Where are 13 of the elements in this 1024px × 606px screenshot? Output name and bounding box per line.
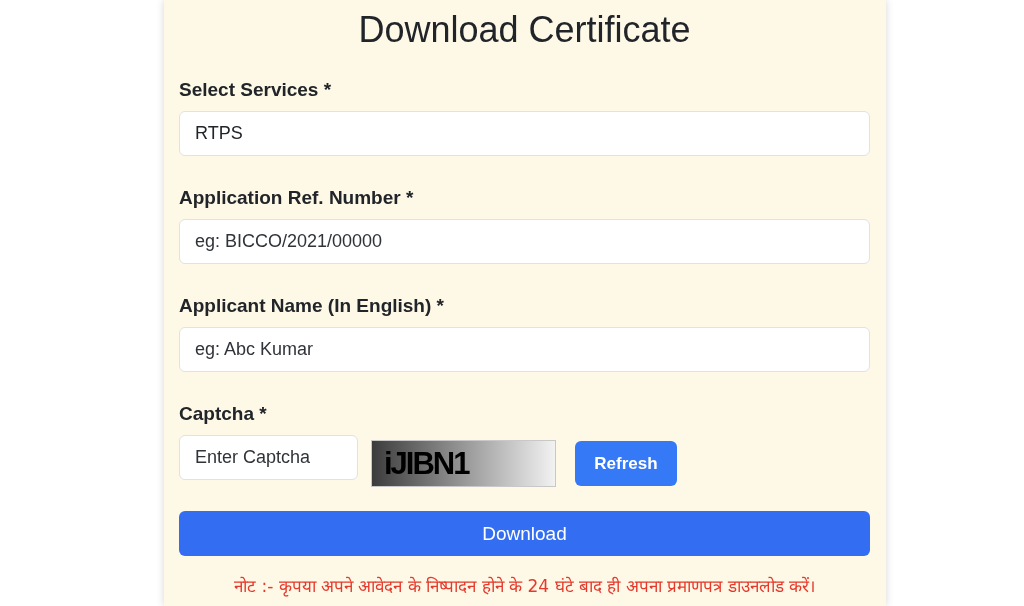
text-field[interactable]: eg: Abc Kumar [179, 327, 870, 372]
field-label: Captcha * [179, 402, 267, 425]
page-title: Download Certificate [357, 8, 692, 51]
field-label: Applicant Name (In English) * [179, 294, 444, 317]
refresh-button[interactable]: Refresh [575, 441, 677, 486]
field-label: Application Ref. Number * [179, 186, 414, 209]
captcha-image: iJIBN1 [371, 440, 556, 487]
text-field[interactable]: eg: BICCO/2021/00000 [179, 219, 870, 264]
note-text: नोट :- कृपया अपने आवेदन के निष्पादन होने के 24 घंटे बाद ही अपना प्रमाणपत्र डाउनलोड करें। [233, 575, 816, 597]
captcha-field[interactable]: Enter Captcha [179, 435, 358, 480]
text-field[interactable]: RTPS [179, 111, 870, 156]
field-label: Select Services * [179, 78, 332, 101]
download-button[interactable]: Download [179, 511, 870, 556]
